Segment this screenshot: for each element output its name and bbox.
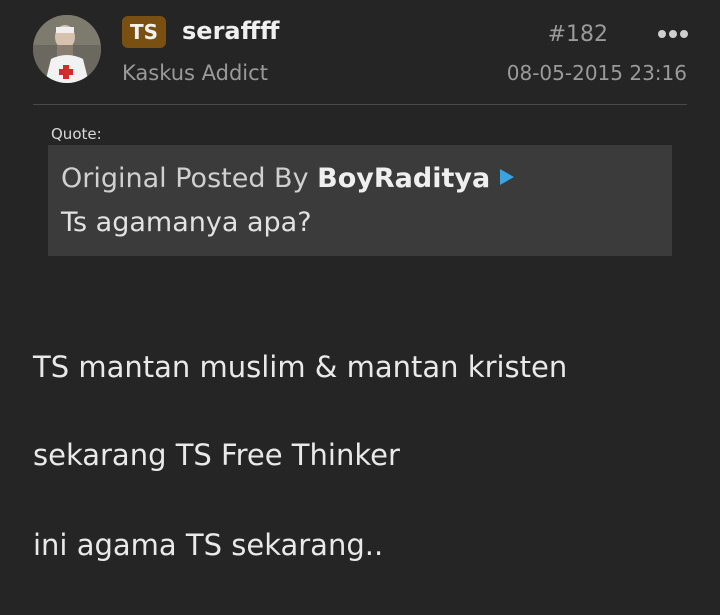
body-line: sekarang TS Free Thinker	[33, 438, 400, 472]
quote-author[interactable]: BoyRaditya	[317, 163, 490, 194]
quote-label: Quote:	[51, 125, 102, 143]
header-divider	[33, 104, 687, 105]
quote-text: Ts agamanya apa?	[61, 207, 312, 238]
forum-post: TS seraffff Kaskus Addict #182 08-05-201…	[0, 0, 720, 615]
quote-block: Original Posted By BoyRaditya Ts agamany…	[48, 145, 672, 256]
avatar[interactable]	[33, 15, 101, 83]
user-rank: Kaskus Addict	[122, 61, 268, 85]
thread-starter-badge: TS	[122, 16, 166, 48]
post-timestamp: 08-05-2015 23:16	[506, 61, 687, 85]
username[interactable]: seraffff	[182, 15, 279, 47]
goto-arrow-icon[interactable]	[500, 169, 515, 185]
body-line: ini agama TS sekarang..	[33, 528, 384, 562]
body-line: TS mantan muslim & mantan kristen	[33, 350, 568, 384]
avatar-image	[33, 15, 101, 83]
post-number[interactable]: #182	[548, 20, 608, 50]
quote-origin: Original Posted By BoyRaditya	[61, 159, 515, 199]
more-dots-icon[interactable]	[656, 23, 690, 45]
quote-origin-prefix: Original Posted By	[61, 163, 318, 194]
